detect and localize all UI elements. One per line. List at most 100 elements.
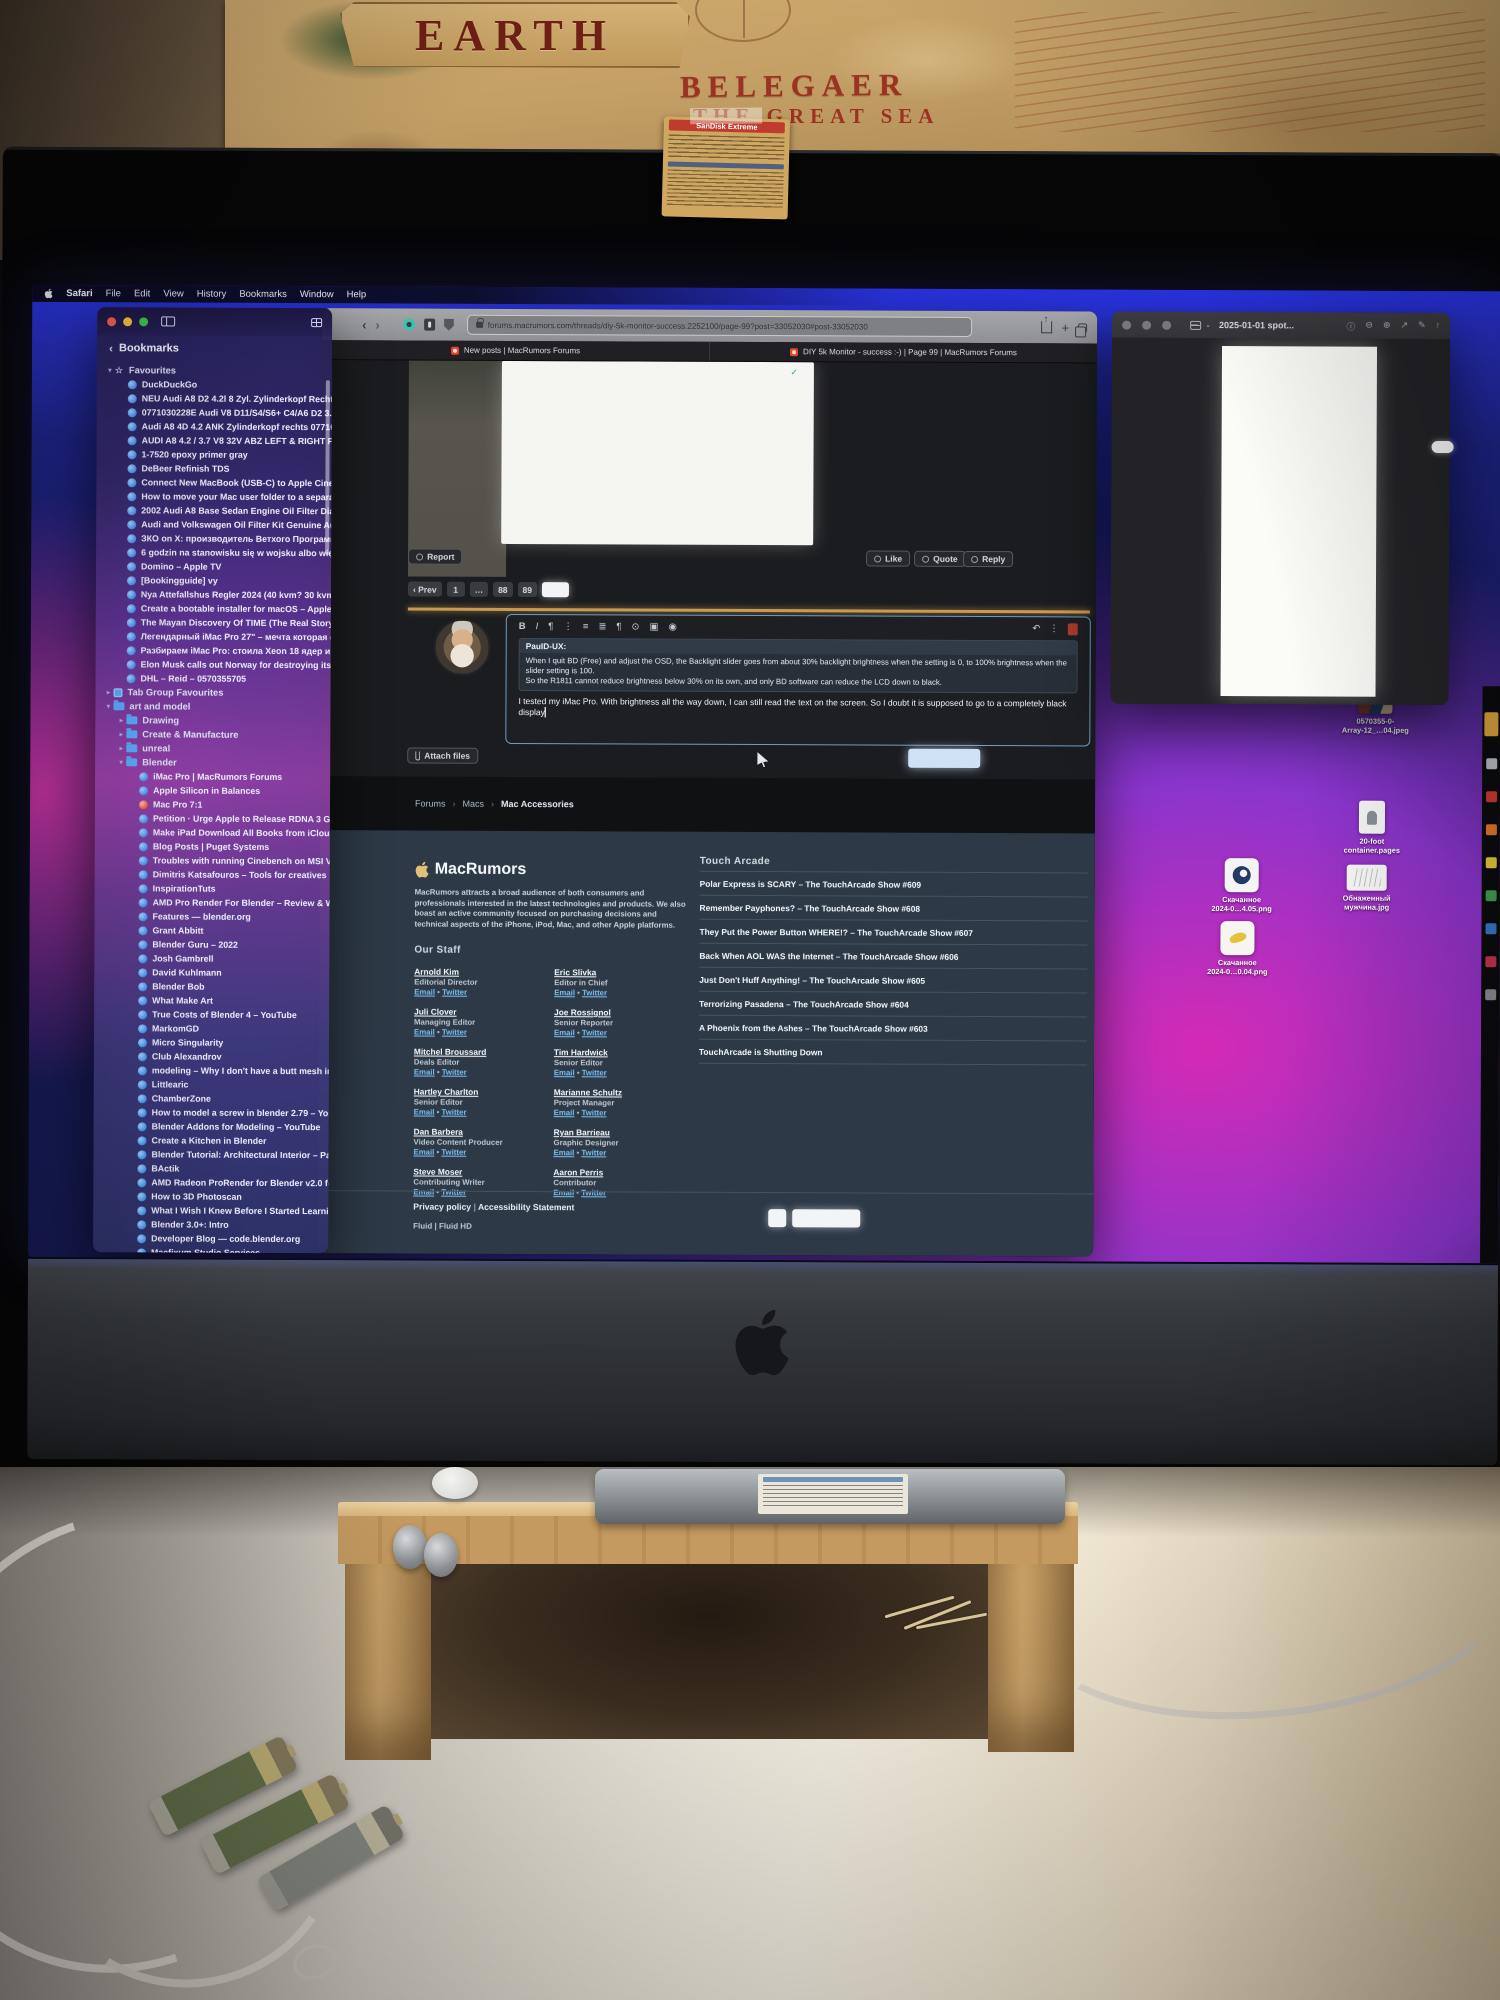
format-icon-9[interactable]: ◉ (668, 622, 676, 633)
email-link[interactable]: Email (554, 1068, 575, 1077)
fluid-link[interactable]: Fluid (413, 1222, 432, 1231)
reply-button[interactable]: Reply (963, 550, 1014, 568)
bookmark-item[interactable]: ▾ Blender (95, 755, 330, 770)
sidebar-toggle-icon[interactable] (1190, 320, 1202, 330)
bookmark-item[interactable]: ▾ art and model (95, 699, 330, 714)
bookmark-item[interactable]: 1-7520 epoxy primer gray (97, 447, 332, 462)
bookmark-item[interactable]: The Mayan Discovery Of TIME (The Real St… (96, 615, 331, 630)
bookmark-item[interactable]: ChamberZone (94, 1091, 329, 1106)
bookmark-item[interactable]: InspirationTuts (95, 881, 330, 896)
toucharcade-item[interactable]: They Put the Power Button WHERE!? – The … (699, 919, 1088, 946)
toucharcade-item[interactable]: TouchArcade is Shutting Down (698, 1039, 1087, 1066)
bookmark-item[interactable]: iMac Pro | MacRumors Forums (95, 769, 330, 784)
disclosure-chevron-icon[interactable]: ▸ (116, 730, 126, 738)
bookmark-item[interactable]: Create a bootable installer for macOS – … (96, 601, 331, 616)
staff-name[interactable]: Joe Rossignol (554, 1007, 694, 1018)
bookmark-item[interactable]: Apple Silicon in Balances (95, 783, 330, 798)
user-avatar[interactable] (433, 618, 491, 676)
edge-app-icon-1[interactable] (1485, 791, 1497, 803)
close-button[interactable] (1122, 320, 1132, 330)
bookmark-item[interactable]: How to 3D Photoscan (93, 1189, 328, 1204)
bookmark-item[interactable]: BActik (93, 1161, 328, 1176)
zoom-button[interactable] (1162, 320, 1172, 330)
menu-item-safari[interactable]: Safari (66, 288, 92, 299)
toucharcade-item[interactable]: Just Don't Huff Anything! – The TouchArc… (699, 967, 1088, 994)
email-link[interactable]: Email (414, 1108, 435, 1117)
bookmark-item[interactable]: modeling – Why I don't have a butt mesh … (94, 1063, 329, 1078)
preview-tool-icon-2[interactable]: ⊕ (1383, 319, 1391, 332)
preview-scroll-pill[interactable] (1431, 440, 1454, 454)
staff-name[interactable]: Eric Slivka (554, 967, 694, 978)
email-link[interactable]: Email (413, 1148, 434, 1157)
bookmark-item[interactable]: ▸ Drawing (95, 713, 330, 728)
bookmark-item[interactable]: Dimitris Katsafouros – Tools for creativ… (95, 867, 330, 882)
bookmark-item[interactable]: Micro Singularity (94, 1035, 329, 1050)
bookmark-item[interactable]: Audi A8 4D 4.2 ANK Zylinderkopf rechts 0… (97, 419, 332, 434)
bookmark-item[interactable]: DuckDuckGo (97, 377, 332, 392)
breadcrumb-macs[interactable]: Macs (463, 799, 485, 809)
bookmark-item[interactable]: How to model a screw in blender 2.79 – Y… (94, 1105, 329, 1120)
bookmark-item[interactable]: Blender Bob (94, 979, 329, 994)
format-icon-2[interactable]: ¶ (548, 621, 553, 632)
bookmark-item[interactable]: Josh Gambrell (94, 951, 329, 966)
preview-tool-icon-0[interactable]: ⓘ (1346, 319, 1355, 332)
bookmark-item[interactable]: DeBeer Refinish TDS (96, 461, 331, 476)
twitter-link[interactable]: Twitter (441, 1188, 466, 1197)
twitter-link[interactable]: Twitter (582, 988, 607, 997)
bookmark-item[interactable]: Легендарный iMac Pro 27" – мечта которая… (96, 629, 331, 644)
bookmark-item[interactable]: Domino – Apple TV (96, 559, 331, 574)
menu-item-view[interactable]: View (163, 288, 183, 299)
bookmark-item[interactable]: What Make Art (94, 993, 329, 1008)
tab-new-posts[interactable]: New posts | MacRumors Forums (321, 340, 711, 361)
staff-name[interactable]: Dan Barbera (414, 1127, 554, 1138)
bookmark-item[interactable]: Make iPad Download All Books from iCloud… (95, 825, 330, 840)
edge-app-icon-2[interactable] (1485, 824, 1497, 836)
format-icon-7[interactable]: ⊙ (632, 622, 640, 633)
scroll-top-button[interactable] (768, 1209, 787, 1228)
bookmark-item[interactable]: AMD Radeon ProRender for Blender v2.0 fo… (93, 1175, 328, 1190)
twitter-link[interactable]: Twitter (442, 1028, 467, 1037)
bookmark-item[interactable]: AUDI A8 4.2 / 3.7 V8 32V ABZ LEFT & RIGH… (97, 433, 332, 448)
preview-tool-icon-4[interactable]: ✎ (1418, 319, 1426, 332)
twitter-link[interactable]: Twitter (441, 1148, 466, 1157)
disclosure-chevron-icon[interactable]: ▾ (105, 366, 115, 374)
sidebar-toggle-icon[interactable] (161, 316, 176, 327)
edge-app-icon-3[interactable] (1485, 857, 1497, 869)
page-button-…[interactable]: … (469, 581, 489, 597)
post-reply-button[interactable] (908, 748, 981, 769)
editor-action-icon-1[interactable]: ⋮ (1049, 624, 1059, 635)
edge-app-icon-6[interactable] (1484, 956, 1496, 968)
bookmark-item[interactable]: ▸ unreal (95, 741, 330, 756)
email-link[interactable]: Email (414, 1028, 435, 1037)
staff-name[interactable]: Tim Hardwick (554, 1047, 694, 1058)
breadcrumb-mac-accessories[interactable]: Mac Accessories (501, 799, 574, 809)
quote-button[interactable]: Quote (914, 550, 966, 567)
staff-name[interactable]: Juli Clover (414, 1007, 554, 1018)
desktop-icon[interactable]: Обнаженный мужчина.jpg (1332, 864, 1402, 912)
bookmark-item[interactable]: Audi and Volkswagen Oil Filter Kit Genui… (96, 517, 331, 532)
minimize-button[interactable] (123, 316, 133, 326)
email-link[interactable]: Email (554, 1108, 575, 1117)
editor-action-icon-0[interactable]: ↶ (1032, 623, 1040, 634)
bookmark-item[interactable]: ▸ Tab Group Favourites (95, 685, 330, 700)
bookmark-item[interactable]: ЗКО on X: производитель Ветхого Программ… (96, 531, 331, 546)
bookmark-item[interactable]: 6 godzin na stanowisku się w wojsku albo… (96, 545, 331, 560)
twitter-link[interactable]: Twitter (442, 988, 467, 997)
tab-overview-icon[interactable] (311, 317, 323, 327)
apple-menu-icon[interactable] (44, 288, 53, 299)
bookmark-item[interactable]: Blog Posts | Puget Systems (95, 839, 330, 854)
preview-tool-icon-1[interactable]: ⊖ (1365, 319, 1373, 332)
edge-app-icon-5[interactable] (1484, 923, 1497, 935)
privacy-policy-link[interactable]: Privacy policy (413, 1202, 471, 1212)
format-icon-3[interactable]: ⋮ (563, 621, 573, 632)
bookmark-item[interactable]: Mac Pro 7:1 (95, 797, 330, 812)
twitter-link[interactable]: Twitter (442, 1068, 467, 1077)
accessibility-link[interactable]: Accessibility Statement (478, 1202, 575, 1212)
email-link[interactable]: Email (413, 1188, 434, 1197)
bookmark-item[interactable]: Troubles with running Cinebench on MSI V… (95, 853, 330, 868)
staff-name[interactable]: Ryan Barrieau (554, 1127, 694, 1138)
bookmark-item[interactable]: True Costs of Blender 4 – YouTube (94, 1007, 329, 1022)
staff-name[interactable]: Arnold Kim (414, 967, 554, 978)
preview-tool-icon-3[interactable]: ↗ (1400, 319, 1409, 332)
page-button-88[interactable]: 88 (493, 581, 513, 597)
